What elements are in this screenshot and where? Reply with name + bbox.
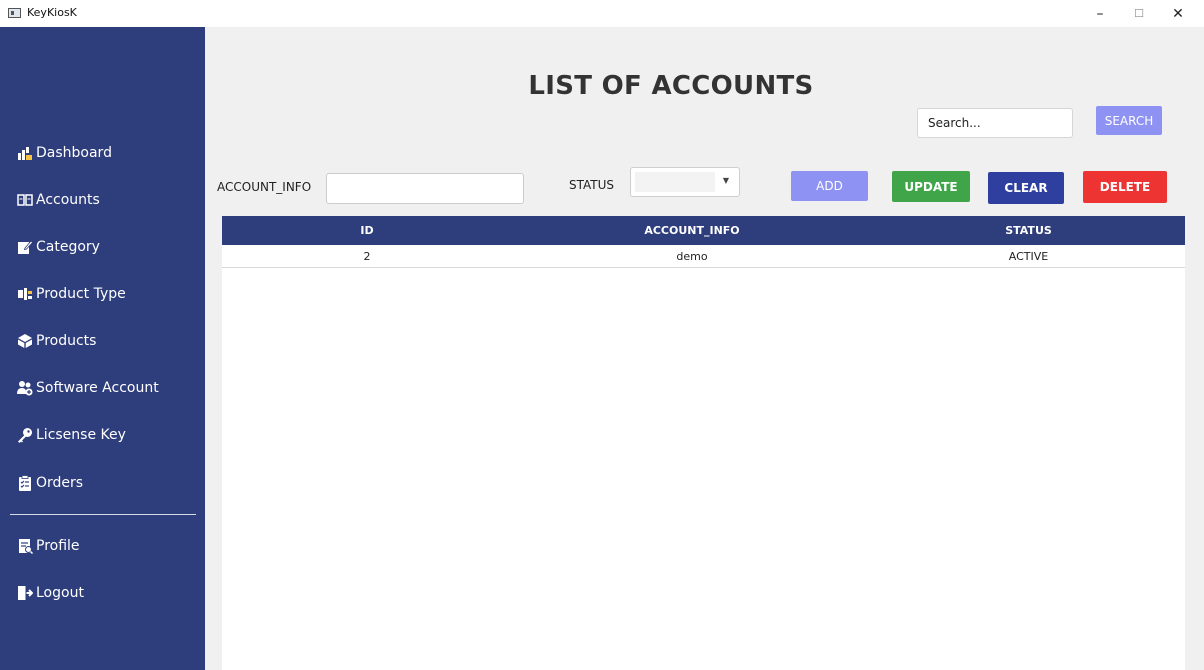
column-header-status[interactable]: STATUS xyxy=(872,216,1185,245)
search-button[interactable]: SEARCH xyxy=(1096,106,1162,135)
sidebar-item-label: Licsense Key xyxy=(36,427,126,443)
sidebar-item-label: Accounts xyxy=(36,192,100,208)
cell-status: ACTIVE xyxy=(1008,249,1049,263)
close-button[interactable]: ✕ xyxy=(1161,0,1195,27)
status-select[interactable]: ▼ xyxy=(630,167,740,197)
maximize-button[interactable]: ☐ xyxy=(1122,0,1156,27)
accounts-icon xyxy=(17,192,33,208)
status-label: STATUS xyxy=(569,178,615,192)
minimize-button[interactable]: – xyxy=(1083,0,1117,27)
product-type-icon xyxy=(17,286,33,302)
sidebar-item-label: Category xyxy=(36,239,100,255)
sidebar-item-logout[interactable]: Logout xyxy=(17,578,84,608)
window-title: KeyKiosK xyxy=(27,6,77,19)
sidebar-item-label: Profile xyxy=(36,538,80,554)
products-icon xyxy=(17,333,33,349)
clear-button[interactable]: CLEAR xyxy=(988,172,1064,204)
cell-account-info: demo xyxy=(676,249,708,263)
orders-icon xyxy=(17,475,33,491)
accounts-table: ID ACCOUNT_INFO STATUS 2 demo ACTIVE xyxy=(222,216,1185,670)
search-input[interactable] xyxy=(917,108,1073,138)
sidebar-divider xyxy=(10,514,196,515)
sidebar-item-dashboard[interactable]: Dashboard xyxy=(17,138,112,168)
cell-id: 2 xyxy=(363,249,371,263)
page-title: LIST OF ACCOUNTS xyxy=(528,71,814,101)
sidebar: Dashboard Accounts Category Product Type… xyxy=(0,27,205,670)
sidebar-item-profile[interactable]: Profile xyxy=(17,531,80,561)
update-button[interactable]: UPDATE xyxy=(892,171,970,202)
main-content: LIST OF ACCOUNTS SEARCH ACCOUNT_INFO STA… xyxy=(205,27,1204,670)
sidebar-item-label: Orders xyxy=(36,475,84,491)
sidebar-item-label: Software Account xyxy=(36,380,159,396)
column-header-account-info[interactable]: ACCOUNT_INFO xyxy=(512,216,872,245)
sidebar-item-license-key[interactable]: Licsense Key xyxy=(17,420,126,450)
app-icon xyxy=(8,8,21,18)
column-header-id[interactable]: ID xyxy=(222,216,512,245)
account-info-label: ACCOUNT_INFO xyxy=(217,180,312,194)
table-row[interactable]: 2 demo ACTIVE xyxy=(222,245,1185,268)
account-info-field[interactable] xyxy=(326,173,524,204)
profile-icon xyxy=(17,538,33,554)
title-bar: KeyKiosK – ☐ ✕ xyxy=(0,0,1204,27)
table-header: ID ACCOUNT_INFO STATUS xyxy=(222,216,1185,245)
logout-icon xyxy=(17,585,33,601)
sidebar-item-label: Logout xyxy=(36,585,84,601)
status-select-value xyxy=(635,172,715,192)
sidebar-item-products[interactable]: Products xyxy=(17,326,96,356)
sidebar-item-accounts[interactable]: Accounts xyxy=(17,185,100,215)
sidebar-item-software-account[interactable]: Software Account xyxy=(17,373,159,403)
sidebar-item-orders[interactable]: Orders xyxy=(17,468,83,498)
sidebar-item-label: Dashboard xyxy=(36,145,112,161)
chevron-down-icon: ▼ xyxy=(722,176,729,185)
category-icon xyxy=(17,239,33,255)
delete-button[interactable]: DELETE xyxy=(1083,171,1167,203)
software-account-icon xyxy=(17,380,33,396)
sidebar-item-label: Product Type xyxy=(36,286,126,302)
key-icon xyxy=(17,427,33,443)
add-button[interactable]: ADD xyxy=(791,171,868,201)
sidebar-item-label: Products xyxy=(36,333,97,349)
sidebar-item-category[interactable]: Category xyxy=(17,232,100,262)
sidebar-item-product-type[interactable]: Product Type xyxy=(17,279,126,309)
dashboard-icon xyxy=(17,145,33,161)
